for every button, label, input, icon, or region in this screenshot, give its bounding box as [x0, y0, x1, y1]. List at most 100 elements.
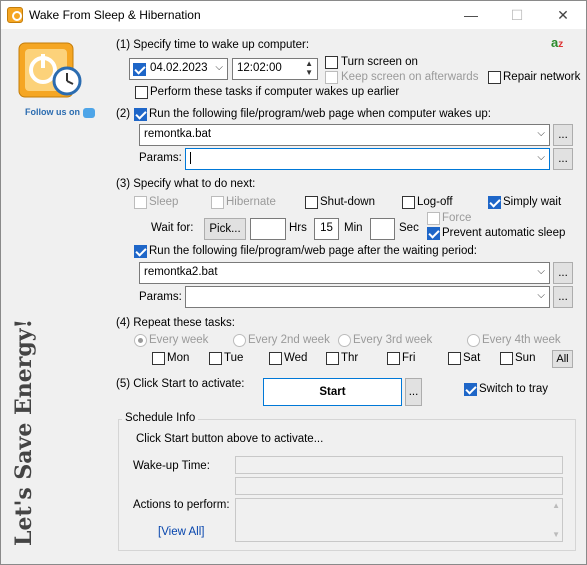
- force-label: Force: [442, 212, 472, 224]
- day-thr-label: Thr: [341, 352, 359, 364]
- chevron-down-icon: ⌵: [537, 266, 545, 277]
- shutdown-label: Shut-down: [320, 196, 375, 208]
- day-wed-checkbox[interactable]: [269, 352, 282, 365]
- schedule-info-title: Schedule Info: [122, 412, 199, 424]
- keep-screen-on-checkbox[interactable]: [325, 71, 338, 84]
- scroll-down-icon[interactable]: ▼: [552, 530, 560, 539]
- wake-time-label: Wake-up Time:: [133, 460, 210, 472]
- after-params-browse-button[interactable]: ...: [553, 286, 573, 308]
- every-3rd-week-radio[interactable]: [338, 334, 351, 347]
- turn-screen-on-checkbox[interactable]: [325, 56, 338, 69]
- hours-input[interactable]: [250, 218, 286, 240]
- wake-time-display-2: [235, 477, 563, 495]
- run-on-wake-checkbox[interactable]: [134, 108, 147, 121]
- step3-label: (3) Specify what to do next:: [116, 178, 256, 190]
- twitter-icon: [83, 107, 95, 118]
- app-logo: [18, 42, 82, 98]
- start-button[interactable]: Start: [263, 378, 402, 406]
- every-2nd-week-label: Every 2nd week: [248, 334, 330, 346]
- every-2nd-week-radio[interactable]: [233, 334, 246, 347]
- time-field[interactable]: 12:02:00 ▲ ▼: [232, 58, 318, 80]
- day-fri-checkbox[interactable]: [387, 352, 400, 365]
- sleep-checkbox[interactable]: [134, 196, 147, 209]
- wake-params-combo[interactable]: ⌵: [185, 148, 550, 170]
- hibernate-label: Hibernate: [226, 196, 276, 208]
- follow-us-label: Follow us on: [25, 107, 80, 117]
- day-sun-label: Sun: [515, 352, 536, 364]
- force-checkbox[interactable]: [427, 212, 440, 225]
- wake-params-browse-button[interactable]: ...: [553, 148, 573, 170]
- perform-early-checkbox[interactable]: [135, 86, 148, 99]
- after-params-combo[interactable]: ⌵: [185, 286, 550, 308]
- wake-file-value: remontka.bat: [144, 128, 212, 140]
- date-value: 04.02.2023: [150, 62, 208, 74]
- view-all-link[interactable]: [View All]: [158, 526, 204, 538]
- text-cursor: [190, 152, 191, 164]
- start-options-button[interactable]: ...: [405, 378, 422, 406]
- wake-file-browse-button[interactable]: ...: [553, 124, 573, 146]
- day-mon-label: Mon: [167, 352, 190, 364]
- step5-label: (5) Click Start to activate:: [116, 378, 245, 390]
- logoff-label: Log-off: [417, 196, 453, 208]
- all-days-button[interactable]: All: [552, 350, 573, 368]
- day-thr-checkbox[interactable]: [326, 352, 339, 365]
- switch-tray-label: Switch to tray: [479, 383, 549, 395]
- chevron-down-icon: ⌵: [537, 290, 545, 301]
- after-file-browse-button[interactable]: ...: [553, 262, 573, 284]
- minimize-button[interactable]: —: [448, 1, 494, 29]
- day-sun-checkbox[interactable]: [500, 352, 513, 365]
- time-spinner-icon[interactable]: ▲ ▼: [305, 59, 313, 77]
- day-fri-label: Fri: [402, 352, 416, 364]
- hours-label: Hrs: [289, 222, 307, 234]
- run-after-label: Run the following file/program/web page …: [149, 245, 477, 257]
- shutdown-checkbox[interactable]: [305, 196, 318, 209]
- day-tue-label: Tue: [224, 352, 244, 364]
- day-sat-checkbox[interactable]: [448, 352, 461, 365]
- wait-for-label: Wait for:: [151, 222, 194, 234]
- minutes-input[interactable]: 15: [314, 218, 339, 240]
- actions-label: Actions to perform:: [133, 499, 230, 511]
- every-week-radio[interactable]: [134, 334, 147, 347]
- every-week-label: Every week: [149, 334, 209, 346]
- run-after-checkbox[interactable]: [134, 245, 147, 258]
- scroll-up-icon[interactable]: ▲: [552, 501, 560, 510]
- simply-wait-label: Simply wait: [503, 196, 562, 208]
- date-picker[interactable]: 04.02.2023 ⌵: [129, 58, 228, 80]
- follow-us[interactable]: Follow us on: [25, 107, 95, 118]
- slogan: Let's Save Energy!: [11, 318, 37, 546]
- turn-screen-on-label: Turn screen on: [341, 56, 418, 68]
- close-button[interactable]: ✕: [540, 1, 586, 29]
- wake-file-combo[interactable]: remontka.bat ⌵: [139, 124, 550, 146]
- window-title: Wake From Sleep & Hibernation: [29, 8, 201, 22]
- seconds-input[interactable]: [370, 218, 395, 240]
- repair-network-checkbox[interactable]: [488, 71, 501, 84]
- repair-network-label: Repair network: [503, 71, 581, 83]
- hibernate-checkbox[interactable]: [211, 196, 224, 209]
- after-params-label: Params:: [139, 291, 182, 303]
- day-mon-checkbox[interactable]: [152, 352, 165, 365]
- wake-time-display: [235, 456, 563, 474]
- pick-button[interactable]: Pick...: [204, 218, 246, 240]
- step2-label: Run the following file/program/web page …: [149, 108, 491, 120]
- chevron-down-icon: ⌵: [215, 62, 223, 73]
- day-tue-checkbox[interactable]: [209, 352, 222, 365]
- after-file-combo[interactable]: remontka2.bat ⌵: [139, 262, 550, 284]
- keep-screen-on-label: Keep screen on afterwards: [341, 71, 479, 83]
- day-wed-label: Wed: [284, 352, 308, 364]
- minutes-label: Min: [344, 222, 363, 234]
- switch-tray-checkbox[interactable]: [464, 383, 477, 396]
- prevent-sleep-checkbox[interactable]: [427, 227, 440, 240]
- app-window: Wake From Sleep & Hibernation — ☐ ✕ Foll…: [0, 0, 587, 565]
- sort-icon[interactable]: az: [551, 35, 563, 50]
- every-4th-week-radio[interactable]: [467, 334, 480, 347]
- wake-params-label: Params:: [139, 152, 182, 164]
- time-value: 12:02:00: [237, 62, 282, 74]
- after-file-value: remontka2.bat: [144, 266, 218, 278]
- title-bar: Wake From Sleep & Hibernation — ☐ ✕: [1, 1, 586, 29]
- simply-wait-checkbox[interactable]: [488, 196, 501, 209]
- date-checkbox[interactable]: [133, 63, 146, 76]
- maximize-button[interactable]: ☐: [494, 1, 540, 29]
- sleep-label: Sleep: [149, 196, 179, 208]
- schedule-hint: Click Start button above to activate...: [136, 433, 324, 445]
- logoff-checkbox[interactable]: [402, 196, 415, 209]
